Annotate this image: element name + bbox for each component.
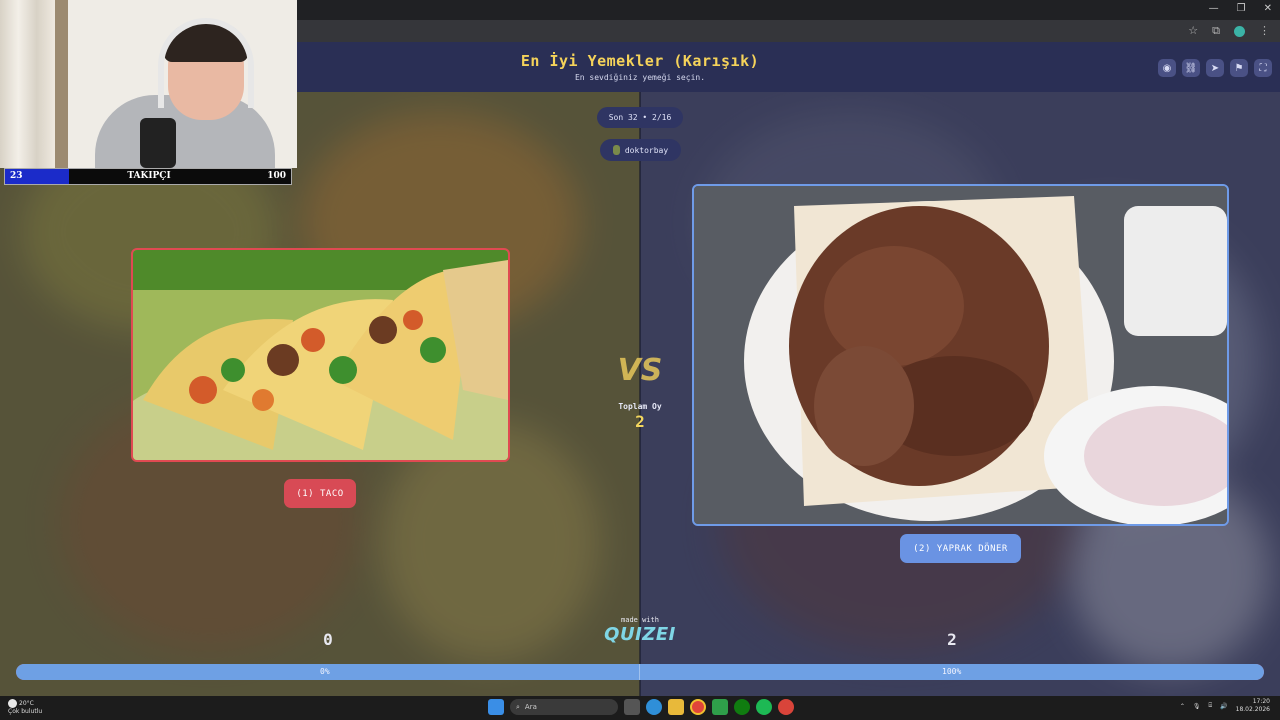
total-votes-label: Toplam Oy [618, 402, 662, 411]
taco-score: 0 [323, 630, 333, 649]
app-icon[interactable] [778, 699, 794, 715]
follower-goal-bar: 23 TAKIPÇI 100 [4, 168, 292, 185]
weather-widget[interactable]: 20°C Çok bulutlu [8, 699, 42, 716]
taco-image-card[interactable] [131, 248, 510, 462]
xbox-icon[interactable] [734, 699, 750, 715]
versus-badge: VS [615, 349, 665, 391]
spotify-icon[interactable] [756, 699, 772, 715]
weather-desc: Çok bulutlu [8, 708, 43, 715]
windows-taskbar: 20°C Çok bulutlu ⌕ Ara ⌃ 🎙 ⌸ 🔊 17:20 18.… [0, 696, 1280, 720]
chrome-icon[interactable] [690, 699, 706, 715]
system-tray: ⌃ 🎙 ⌸ 🔊 17:20 18.02.2026 [1180, 698, 1270, 714]
user-avatar-icon [612, 145, 620, 155]
user-badge: doktorbay [600, 139, 681, 161]
microphone-tray-icon[interactable]: 🎙 [1193, 703, 1201, 710]
clock[interactable]: 17:20 18.02.2026 [1236, 698, 1270, 714]
vote-progress-right-fill [16, 664, 1264, 680]
edge-icon[interactable] [646, 699, 662, 715]
weather-temp: 20°C [19, 700, 34, 707]
restore-icon[interactable]: ❐ [1237, 3, 1246, 14]
search-icon: ⌕ [516, 702, 520, 711]
task-view-icon[interactable] [624, 699, 640, 715]
browser-toolbar-icons: ☆ ⧉ ⋮ [1188, 24, 1270, 38]
follower-goal-target: 100 [267, 171, 286, 181]
chevron-up-icon[interactable]: ⌃ [1180, 703, 1185, 710]
microphone-icon [140, 118, 176, 168]
user-name: doktorbay [624, 145, 669, 155]
center-divider [639, 92, 641, 696]
round-label: Son 32 • 2/16 [608, 113, 672, 122]
webcam-overlay [0, 0, 297, 168]
flag-icon[interactable]: ⚑ [1230, 59, 1248, 77]
lightning-vs-icon: VS [617, 353, 663, 388]
yaprak-doner-image [694, 186, 1227, 524]
windows-start-icon[interactable] [488, 699, 504, 715]
cloud-icon [8, 699, 17, 708]
excel-icon[interactable] [712, 699, 728, 715]
link-icon[interactable]: ⛓ [1182, 59, 1200, 77]
taskbar-search[interactable]: ⌕ Ara [510, 699, 618, 715]
made-with-label: made with [621, 616, 659, 624]
window-controls: — ❐ ✕ [1209, 3, 1272, 14]
follower-goal-label: TAKIPÇI [127, 171, 171, 181]
total-votes-value: 2 [635, 412, 645, 431]
search-placeholder: Ara [524, 703, 537, 711]
yaprak-doner-percent: 100% [942, 667, 962, 676]
minimize-icon[interactable]: — [1209, 3, 1219, 14]
send-icon[interactable]: ➤ [1206, 59, 1224, 77]
taco-image [133, 250, 508, 460]
clock-date: 18.02.2026 [1235, 706, 1270, 713]
round-badge: Son 32 • 2/16 [597, 107, 683, 128]
headset-icon [158, 18, 254, 108]
profile-avatar-icon[interactable] [1234, 26, 1245, 37]
eye-icon[interactable]: ◉ [1158, 59, 1176, 77]
vote-yaprak-doner-button[interactable]: (2) YAPRAK DÖNER [900, 534, 1021, 563]
yaprak-doner-score: 2 [947, 630, 957, 649]
network-icon[interactable]: ⌸ [1209, 702, 1213, 710]
clock-time: 17:20 [1252, 698, 1270, 705]
yaprak-doner-image-card[interactable] [692, 184, 1229, 526]
browser-menu-icon[interactable]: ⋮ [1259, 24, 1270, 38]
volume-icon[interactable]: 🔊 [1220, 703, 1227, 710]
vote-progress-divider [639, 664, 640, 680]
quizei-logo[interactable]: QUIZEI [595, 624, 685, 645]
taskbar-apps: ⌕ Ara [488, 699, 794, 715]
extensions-icon[interactable]: ⧉ [1212, 24, 1220, 38]
vote-taco-button[interactable]: (1) TACO [284, 479, 356, 508]
taco-percent: 0% [320, 667, 330, 676]
close-icon[interactable]: ✕ [1264, 3, 1272, 14]
vote-progress-bar: 0% 100% [16, 664, 1264, 680]
file-explorer-icon[interactable] [668, 699, 684, 715]
header-actions: ◉ ⛓ ➤ ⚑ ⛶ [1158, 59, 1272, 77]
bookmark-star-icon[interactable]: ☆ [1188, 24, 1198, 38]
fullscreen-icon[interactable]: ⛶ [1254, 59, 1272, 77]
